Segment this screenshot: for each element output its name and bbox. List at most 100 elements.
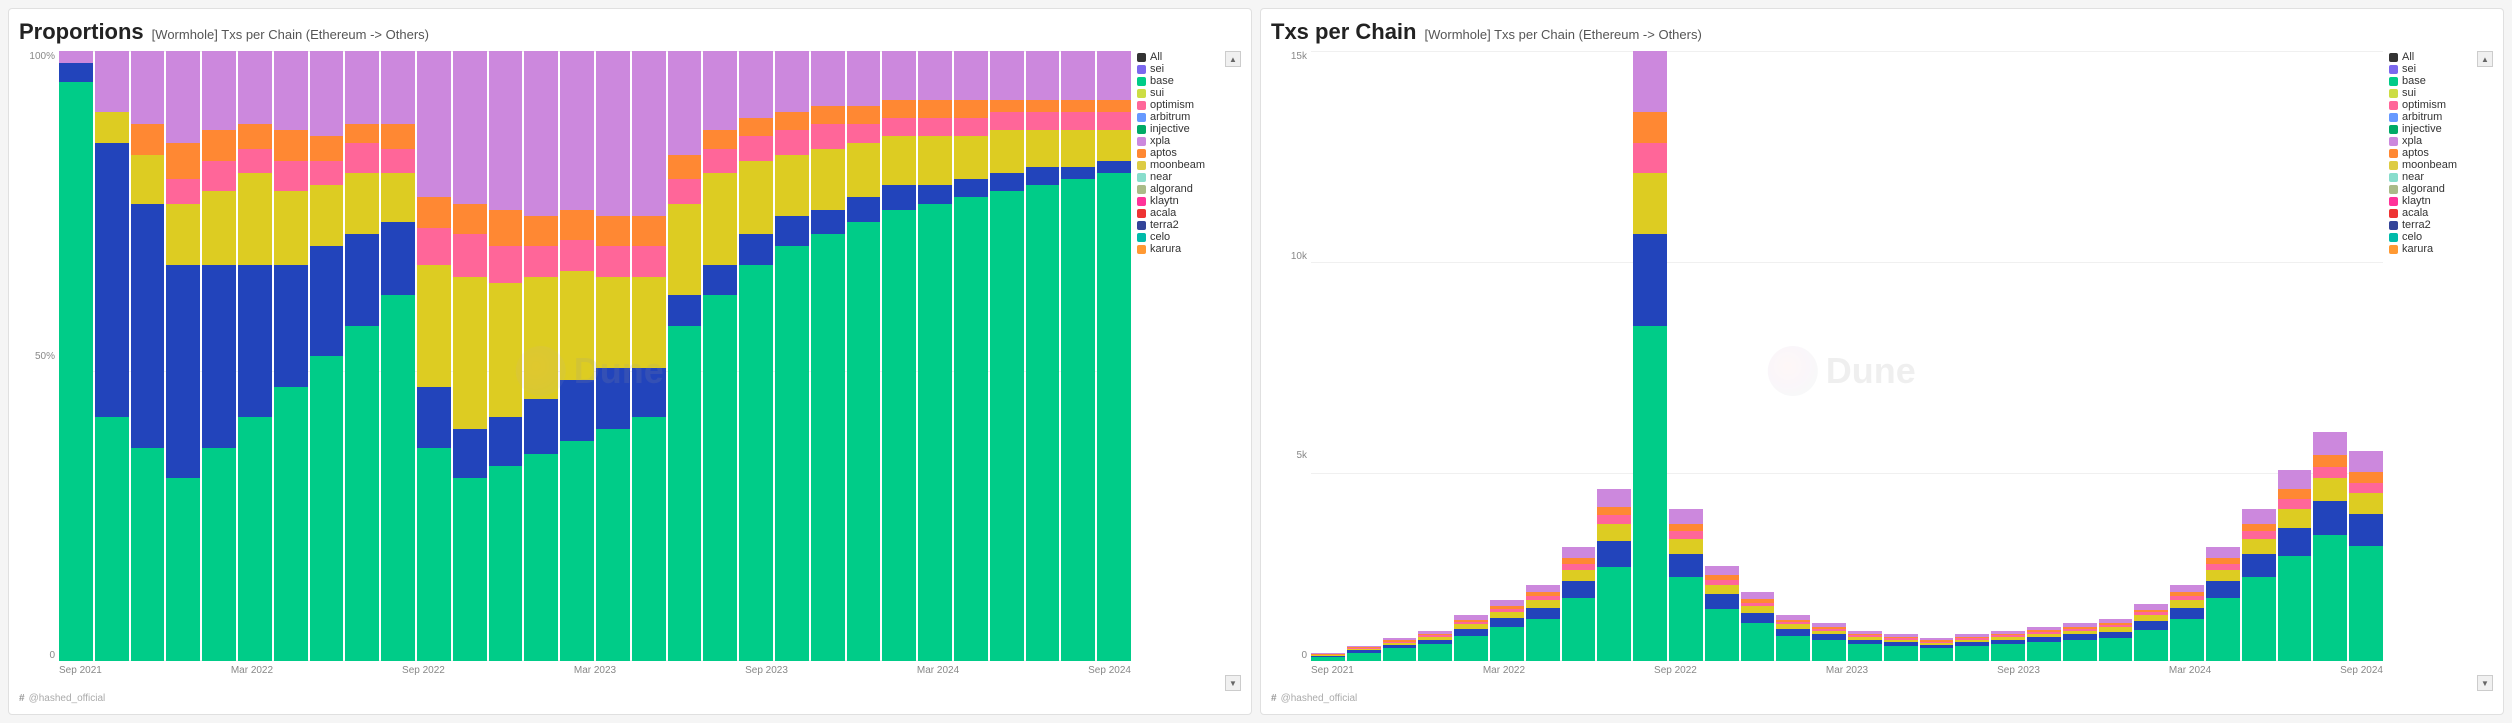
txs-bar-17: [1920, 51, 1954, 661]
hash-icon-2: #: [1271, 693, 1277, 704]
legend-label-injective: injective: [2402, 123, 2442, 135]
txs-bar-3: [1418, 51, 1452, 661]
txs-seg-28: [2313, 432, 2347, 455]
seg-pink-11: [453, 234, 487, 277]
legend-color-arbitrum: [2389, 113, 2398, 122]
seg-other-23: [882, 51, 916, 100]
legend-label-sui: sui: [1150, 87, 1164, 99]
legend-color-acala: [2389, 209, 2398, 218]
prop-bar-16: [632, 51, 666, 661]
seg-pink-12: [489, 246, 523, 283]
txs-panel: Txs per Chain [Wormhole] Txs per Chain (…: [1260, 8, 2504, 715]
legend-item-karura: karura: [1137, 243, 1241, 255]
seg-green-2: [131, 448, 165, 662]
legend-color-algorand: [2389, 185, 2398, 194]
seg-blue-22: [847, 197, 881, 221]
legend-txs: ▲ Allseibasesuioptimismarbitruminjective…: [2383, 51, 2493, 691]
y-label-0: 0: [49, 650, 55, 661]
seg-blue-10: [417, 387, 451, 448]
txs-seg-4: [1454, 636, 1488, 661]
seg-orange-7: [310, 136, 344, 160]
legend-label-All: All: [1150, 51, 1162, 63]
seg-yellow-26: [990, 130, 1024, 173]
prop-bar-15: [596, 51, 630, 661]
legend-label-acala: acala: [2402, 207, 2428, 219]
chart-body-1: 100% 50% 0 Sep 2021Mar 2022Sep 2022Mar 2…: [19, 51, 1241, 691]
seg-blue-2: [131, 204, 165, 448]
seg-green-18: [703, 295, 737, 661]
legend-color-aptos: [1137, 149, 1146, 158]
legend-scroll-up-1[interactable]: ▲: [1225, 51, 1241, 67]
prop-bar-22: [847, 51, 881, 661]
txs-bar-28: [2313, 51, 2347, 661]
legend-color-moonbeam: [1137, 161, 1146, 170]
seg-orange-5: [238, 124, 272, 148]
seg-pink-8: [345, 143, 379, 174]
seg-green-24: [918, 204, 952, 662]
txs-seg-17: [1920, 648, 1954, 661]
txs-seg-10: [1669, 509, 1703, 524]
seg-green-4: [202, 448, 236, 662]
txs-seg-21: [2063, 640, 2097, 661]
seg-pink-5: [238, 149, 272, 173]
txs-seg-28: [2313, 467, 2347, 478]
prop-bar-0: [59, 51, 93, 661]
txs-seg-25: [2206, 598, 2240, 661]
txs-bar-6: [1526, 51, 1560, 661]
txs-seg-7: [1562, 581, 1596, 598]
legend-label-sui: sui: [2402, 87, 2416, 99]
seg-yellow-2: [131, 155, 165, 204]
txs-bar-26: [2242, 51, 2276, 661]
legend-scroll-down-2[interactable]: ▼: [2477, 675, 2493, 691]
txs-seg-9: [1633, 326, 1667, 662]
seg-other-27: [1026, 51, 1060, 100]
seg-yellow-12: [489, 283, 523, 417]
legend-label-karura: karura: [1150, 243, 1181, 255]
prop-bar-18: [703, 51, 737, 661]
seg-other-11: [453, 51, 487, 204]
legend-item-aptos: aptos: [2389, 147, 2493, 159]
seg-other-7: [310, 51, 344, 136]
txs-bar-21: [2063, 51, 2097, 661]
txs-seg-9: [1633, 51, 1667, 112]
txs-seg-8: [1597, 567, 1631, 661]
seg-orange-22: [847, 106, 881, 124]
txs-seg-8: [1597, 524, 1631, 541]
txs-seg-10: [1669, 539, 1703, 554]
seg-green-8: [345, 326, 379, 662]
txs-bar-14: [1812, 51, 1846, 661]
legend-scroll-down-1[interactable]: ▼: [1225, 675, 1241, 691]
legend-label-near: near: [2402, 171, 2424, 183]
seg-pink-14: [560, 240, 594, 271]
txs-bar-2: [1383, 51, 1417, 661]
legend-color-optimism: [2389, 101, 2398, 110]
seg-green-19: [739, 265, 773, 662]
txs-bar-15: [1848, 51, 1882, 661]
legend-items-1: Allseibasesuioptimismarbitruminjectivexp…: [1137, 51, 1241, 255]
txs-bar-12: [1741, 51, 1775, 661]
prop-bar-8: [345, 51, 379, 661]
txs-seg-11: [1705, 594, 1739, 608]
txs-seg-29: [2349, 514, 2383, 545]
seg-blue-25: [954, 179, 988, 197]
seg-orange-10: [417, 197, 451, 228]
txs-bar-18: [1955, 51, 1989, 661]
seg-green-11: [453, 478, 487, 661]
legend-color-klaytn: [2389, 197, 2398, 206]
seg-yellow-15: [596, 277, 630, 369]
txs-seg-10: [1669, 577, 1703, 661]
legend-scroll-up-2[interactable]: ▲: [2477, 51, 2493, 67]
txs-seg-6: [1526, 600, 1560, 608]
seg-yellow-23: [882, 136, 916, 185]
seg-orange-25: [954, 100, 988, 118]
legend-label-moonbeam: moonbeam: [1150, 159, 1205, 171]
legend-label-acala: acala: [1150, 207, 1176, 219]
seg-yellow-17: [668, 204, 702, 296]
seg-pink-13: [524, 246, 558, 277]
txs-seg-24: [2170, 600, 2204, 608]
txs-seg-12: [1741, 613, 1775, 623]
txs-seg-12: [1741, 606, 1775, 613]
txs-bar-4: [1454, 51, 1488, 661]
seg-other-16: [632, 51, 666, 216]
txs-seg-27: [2278, 556, 2312, 661]
